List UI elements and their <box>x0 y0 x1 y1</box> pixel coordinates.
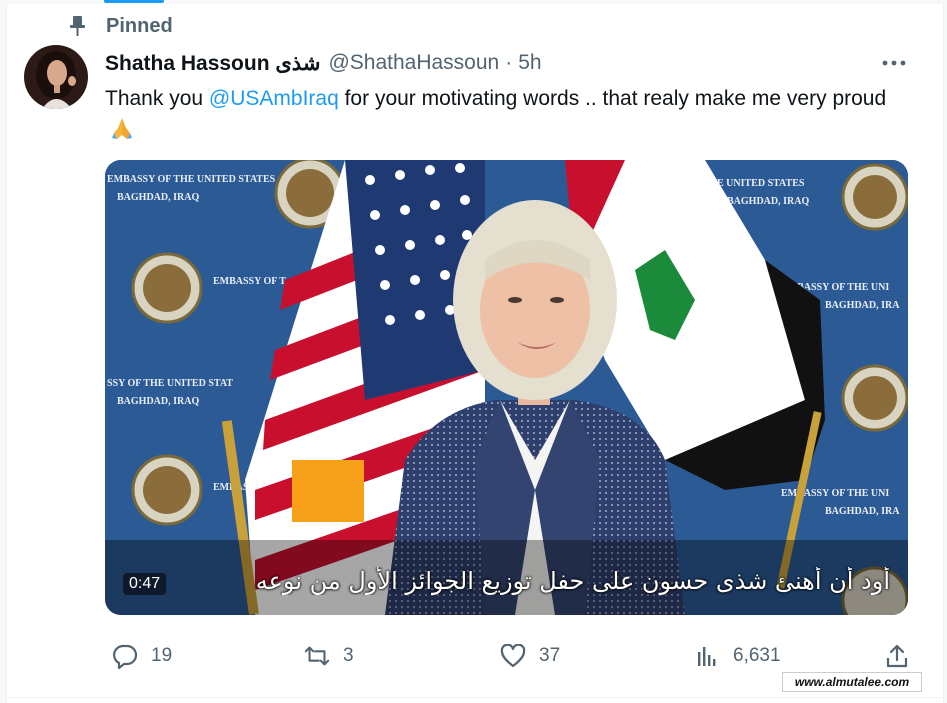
views-count: 6,631 <box>733 645 781 666</box>
like-count: 37 <box>539 645 561 666</box>
reply-button[interactable]: 19 <box>111 640 172 672</box>
timestamp[interactable]: 5h <box>518 51 541 75</box>
retweet-button[interactable]: 3 <box>303 640 354 672</box>
retweet-icon <box>303 642 331 670</box>
tweet-text-after: for your motivating words .. that realy … <box>338 87 887 110</box>
heart-icon <box>499 642 527 670</box>
backdrop-text: BAGHDAD, IRAQ <box>117 192 199 203</box>
views-button[interactable]: 6,631 <box>693 640 781 672</box>
author-handle[interactable]: @ShathaHassoun <box>328 51 499 75</box>
pinned-indicator: Pinned <box>68 14 173 38</box>
video-duration: 0:47 <box>123 573 167 595</box>
tweet-actions: 19 3 37 6,631 <box>105 640 915 672</box>
reply-icon <box>111 642 139 670</box>
active-tab-indicator <box>104 0 164 3</box>
views-icon <box>693 642 721 670</box>
tweet-header: Shatha Hassoun شذى @ShathaHassoun · 5h <box>105 49 542 77</box>
site-watermark: www.almutalee.com <box>782 672 922 692</box>
backdrop-text: E UNITED STATES <box>717 178 805 189</box>
tweet-text: Thank you @USAmbIraq for your motivating… <box>105 83 905 147</box>
reply-count: 19 <box>151 645 173 666</box>
backdrop-text: BAGHDAD, IRAQ <box>727 196 809 207</box>
backdrop-text: SSY OF THE UNITED STAT <box>107 378 233 389</box>
orange-overlay-square <box>292 460 364 522</box>
backdrop-text: BAGHDAD, IRAQ <box>117 396 199 407</box>
video-player[interactable]: EMBASSY OF THE UNITED STATES BAGHDAD, IR… <box>105 160 908 615</box>
author-display-name[interactable]: Shatha Hassoun شذى <box>105 51 320 76</box>
video-subtitle: أود أن أهنئ شذى حسون على حفل توزيع الجوا… <box>255 567 890 595</box>
backdrop-text: BAGHDAD, IRA <box>825 300 900 311</box>
backdrop-text: BAGHDAD, IRA <box>825 506 900 517</box>
folded-hands-icon <box>109 115 135 141</box>
pin-icon <box>68 15 88 37</box>
separator-dot: · <box>505 51 513 74</box>
more-options-icon[interactable] <box>880 52 908 74</box>
avatar[interactable] <box>24 45 88 109</box>
divider <box>6 697 942 698</box>
mention-link[interactable]: @USAmbIraq <box>209 87 339 110</box>
pinned-label: Pinned <box>106 14 173 37</box>
backdrop-text: EMBASSY OF THE UNITED STATES <box>107 174 276 185</box>
share-button[interactable] <box>883 640 923 672</box>
tweet-text-before: Thank you <box>105 87 209 110</box>
share-icon <box>883 642 911 670</box>
retweet-count: 3 <box>343 645 354 666</box>
like-button[interactable]: 37 <box>499 640 560 672</box>
backdrop-text: EMBASSY OF T <box>213 276 286 287</box>
